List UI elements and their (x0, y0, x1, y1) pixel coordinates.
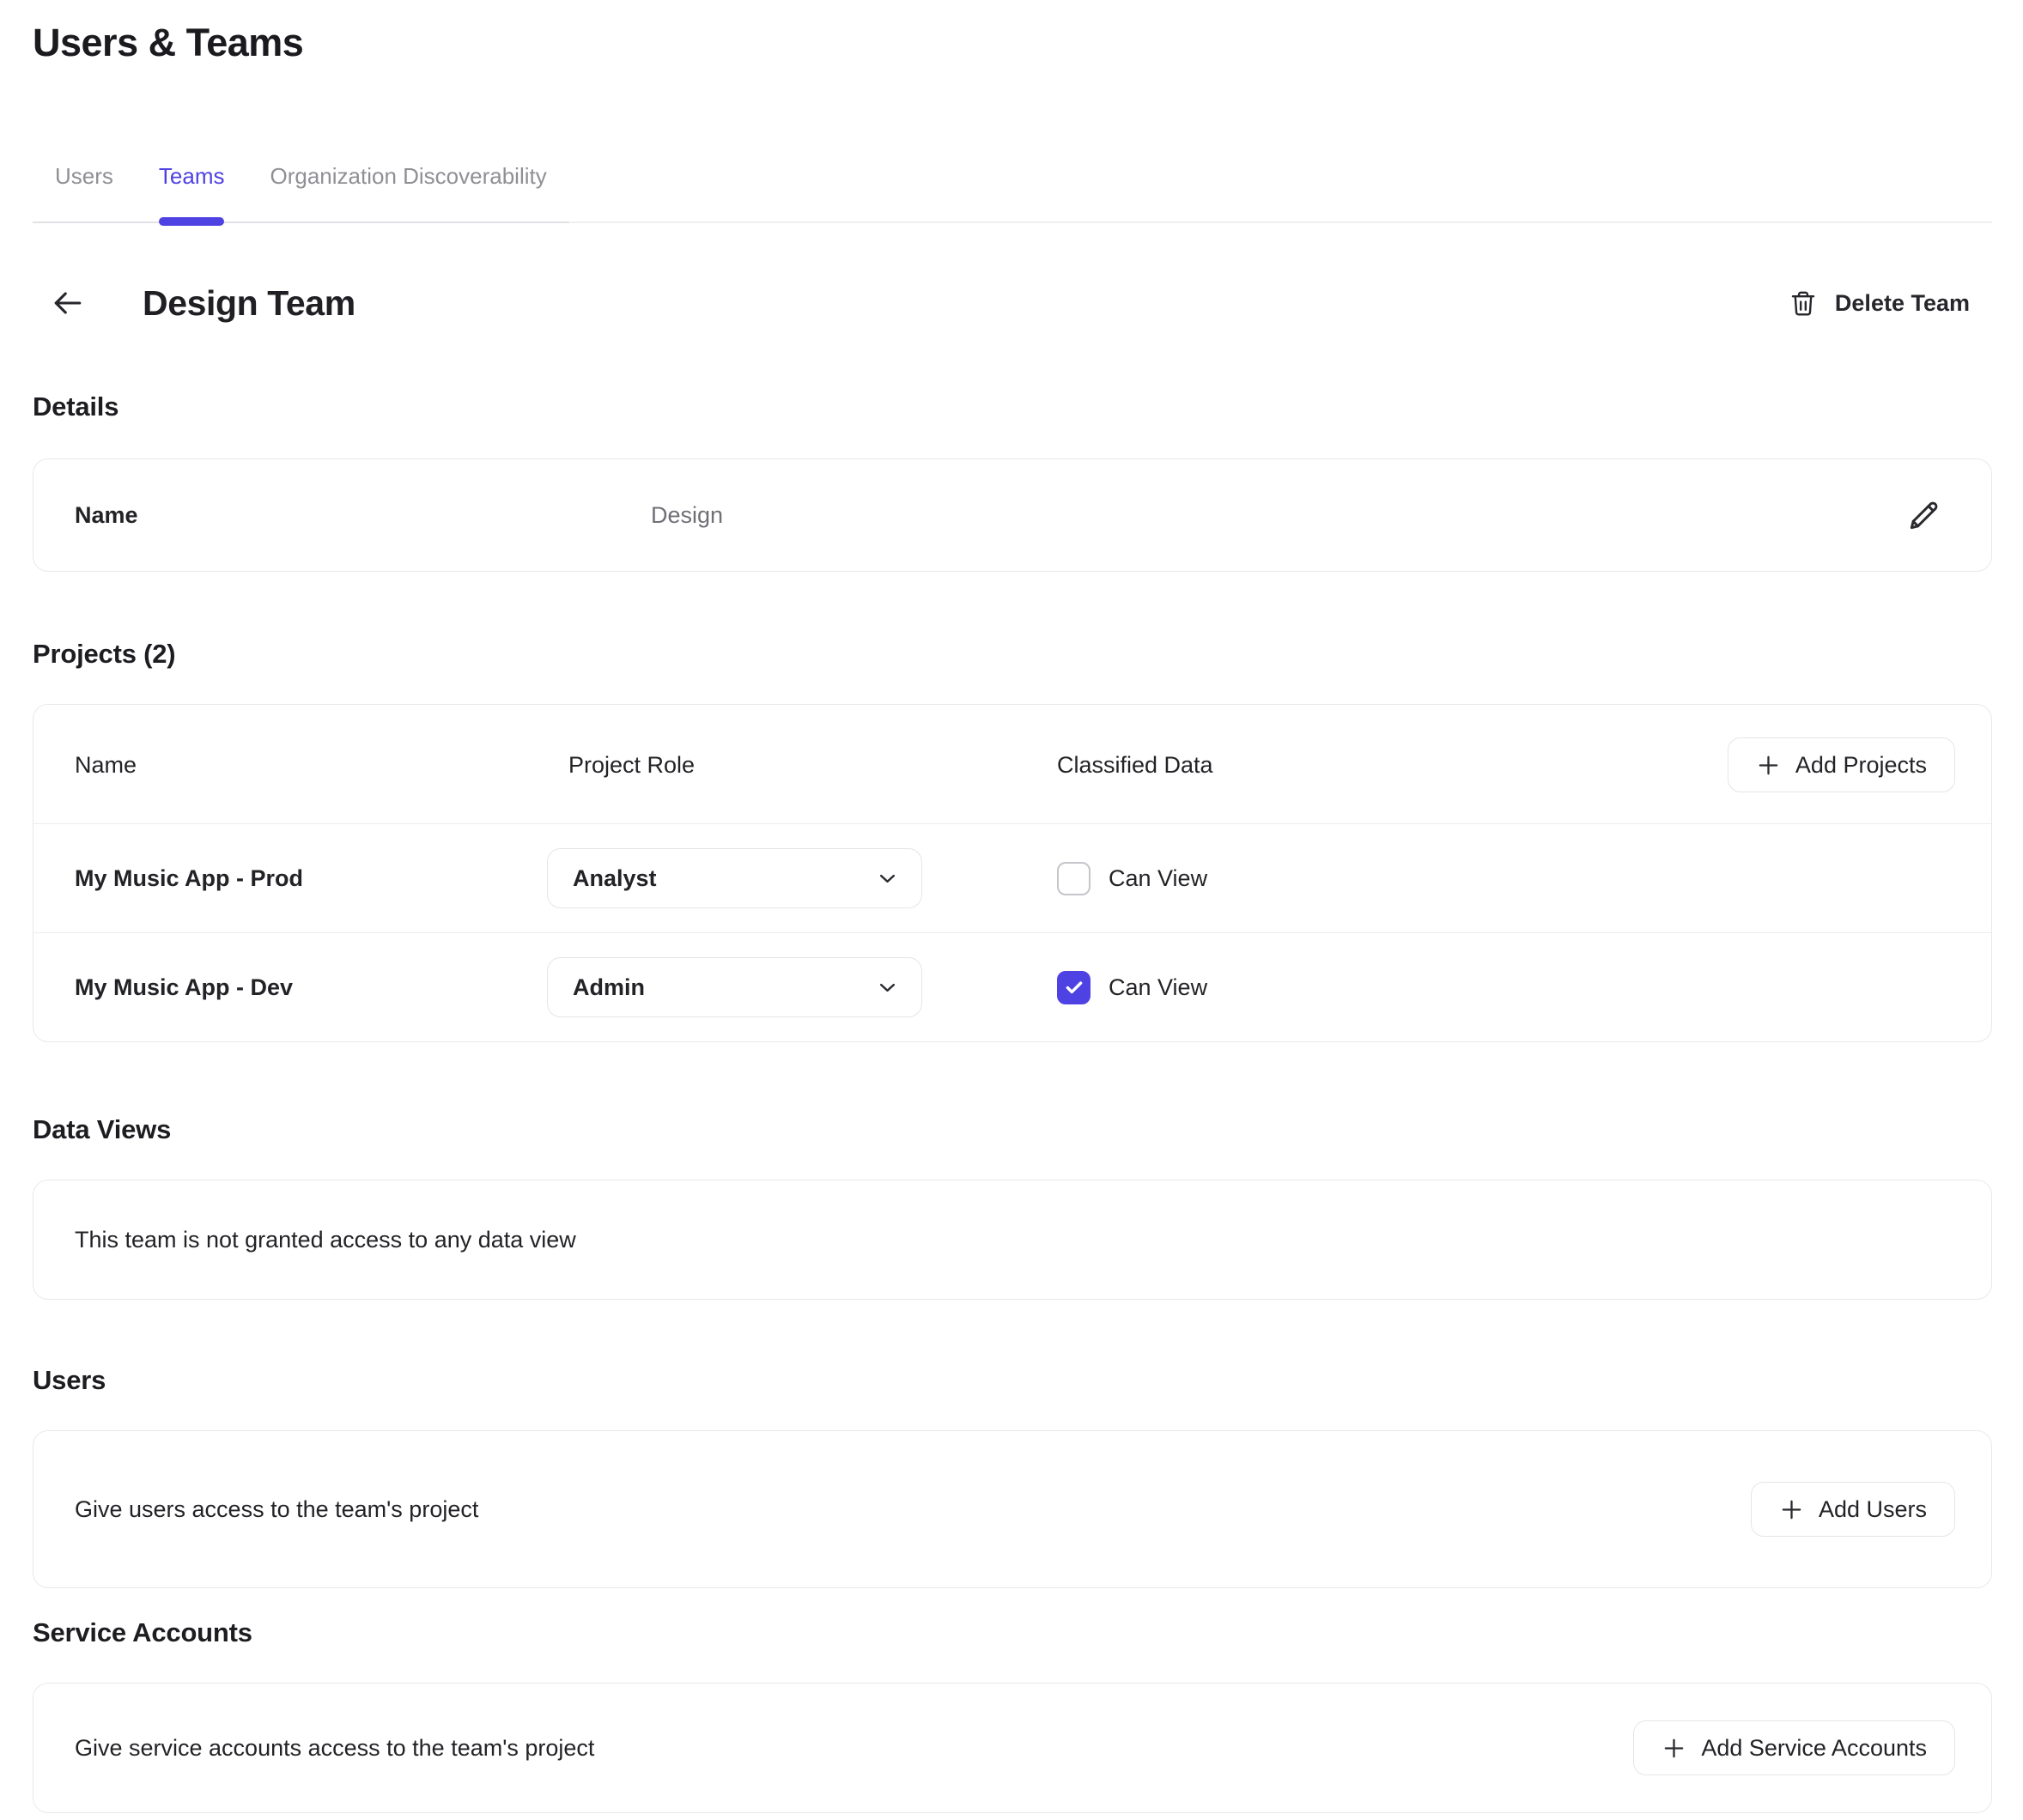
arrow-left-icon (49, 284, 87, 322)
tab-teams[interactable]: Teams (159, 163, 225, 221)
team-title: Design Team (143, 282, 355, 325)
column-header-project-role: Project Role (547, 752, 1057, 779)
project-role-value: Admin (573, 974, 645, 1001)
project-role-select[interactable]: Admin (547, 957, 922, 1017)
data-views-heading: Data Views (33, 1114, 1992, 1145)
service-accounts-card: Give service accounts access to the team… (33, 1683, 1992, 1813)
projects-table-header: Name Project Role Classified Data Add Pr… (33, 705, 1991, 823)
checkmark-icon (1063, 976, 1085, 998)
tab-users[interactable]: Users (55, 163, 113, 221)
data-views-card: This team is not granted access to any d… (33, 1180, 1992, 1300)
users-description: Give users access to the team's project (75, 1496, 1751, 1523)
service-accounts-description: Give service accounts access to the team… (75, 1735, 1633, 1762)
column-header-name: Name (75, 752, 547, 779)
page-title: Users & Teams (33, 21, 1992, 65)
project-row: My Music App - Prod Analyst Can View (33, 823, 1991, 932)
name-value: Design (651, 502, 1905, 529)
users-card: Give users access to the team's project … (33, 1430, 1992, 1588)
add-users-button[interactable]: Add Users (1751, 1482, 1955, 1537)
details-card: Name Design (33, 458, 1992, 572)
trash-icon (1789, 288, 1818, 318)
add-projects-button[interactable]: Add Projects (1728, 737, 1955, 792)
can-view-label: Can View (1109, 974, 1207, 1001)
add-service-accounts-label: Add Service Accounts (1701, 1735, 1927, 1762)
project-role-select[interactable]: Analyst (547, 848, 922, 908)
back-button[interactable] (48, 283, 88, 323)
project-role-value: Analyst (573, 865, 657, 892)
project-row: My Music App - Dev Admin Can View (33, 932, 1991, 1041)
edit-name-button[interactable] (1905, 496, 1943, 534)
users-and-teams-page: Users & Teams Users Teams Organization D… (0, 0, 2023, 1813)
name-label: Name (75, 502, 651, 529)
chevron-down-icon (876, 867, 899, 890)
delete-team-button[interactable]: Delete Team (1789, 288, 1970, 318)
can-view-checkbox[interactable] (1057, 971, 1090, 1004)
plus-icon (1779, 1497, 1804, 1522)
can-view-label: Can View (1109, 865, 1207, 892)
pencil-icon (1905, 496, 1943, 534)
team-header: Design Team Delete Team (33, 282, 1992, 325)
details-heading: Details (33, 391, 1992, 422)
tab-bar: Users Teams Organization Discoverability (33, 163, 1992, 223)
data-views-empty-message: This team is not granted access to any d… (75, 1227, 576, 1253)
chevron-down-icon (876, 976, 899, 999)
tab-organization-discoverability[interactable]: Organization Discoverability (270, 163, 546, 221)
projects-heading: Projects (2) (33, 639, 1992, 670)
project-name: My Music App - Dev (75, 974, 547, 1001)
projects-card: Name Project Role Classified Data Add Pr… (33, 704, 1992, 1042)
add-projects-label: Add Projects (1795, 752, 1927, 779)
service-accounts-heading: Service Accounts (33, 1617, 1992, 1648)
plus-icon (1662, 1736, 1686, 1761)
plus-icon (1756, 753, 1781, 778)
can-view-checkbox[interactable] (1057, 862, 1090, 895)
column-header-classified-data: Classified Data (1057, 752, 1728, 779)
delete-team-label: Delete Team (1835, 290, 1970, 317)
add-users-label: Add Users (1819, 1496, 1927, 1523)
tab-list: Users Teams Organization Discoverability (33, 163, 569, 223)
users-heading: Users (33, 1365, 1992, 1396)
project-name: My Music App - Prod (75, 865, 547, 892)
add-service-accounts-button[interactable]: Add Service Accounts (1633, 1720, 1955, 1775)
